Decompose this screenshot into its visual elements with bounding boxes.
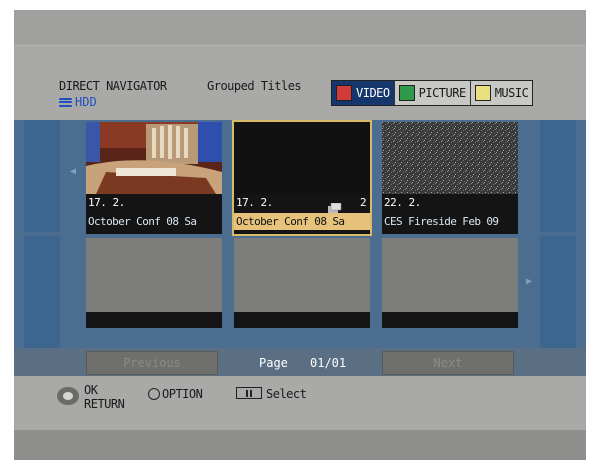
group-count: 2 bbox=[360, 196, 367, 209]
page-title: DIRECT NAVIGATOR bbox=[59, 79, 167, 93]
next-button[interactable]: Next bbox=[382, 351, 514, 375]
ok-label: OK bbox=[84, 383, 98, 397]
top-band bbox=[14, 10, 586, 46]
tab-picture-label: PICTURE bbox=[418, 86, 467, 100]
empty-slot bbox=[382, 238, 518, 328]
remote-dpad-icon bbox=[56, 386, 80, 406]
red-button-icon bbox=[336, 85, 352, 101]
pause-button-icon bbox=[236, 387, 262, 399]
title-name: CES Fireside Feb 09 bbox=[384, 215, 499, 228]
title-preview-image bbox=[382, 122, 518, 194]
title-date: 17. 2. bbox=[88, 196, 125, 209]
scroll-right-icon[interactable]: ▶ bbox=[526, 276, 532, 287]
title-date: 22. 2. bbox=[384, 196, 421, 209]
scroll-left-icon[interactable]: ◀ bbox=[70, 166, 76, 177]
drive-indicator: HDD bbox=[59, 95, 97, 109]
group-icon bbox=[328, 198, 342, 213]
tab-video-label: VIDEO bbox=[356, 86, 390, 100]
option-button-icon bbox=[148, 388, 160, 400]
empty-slot bbox=[234, 238, 370, 328]
title-thumbnail-selected[interactable]: 17. 2. 2 October Conf 08 Sa bbox=[232, 120, 372, 236]
page-number: 01/01 bbox=[310, 356, 347, 370]
page-label: Page bbox=[259, 356, 288, 370]
title-name: October Conf 08 Sa bbox=[88, 215, 197, 228]
previous-button[interactable]: Previous bbox=[86, 351, 218, 375]
right-side-panel bbox=[540, 120, 576, 232]
left-side-panel bbox=[24, 120, 60, 232]
empty-slot bbox=[86, 238, 222, 328]
view-mode-label: Grouped Titles bbox=[207, 79, 302, 93]
green-button-icon bbox=[398, 85, 415, 101]
tab-music[interactable]: MUSIC bbox=[470, 81, 533, 105]
title-preview-image bbox=[234, 122, 370, 194]
tab-video[interactable]: VIDEO bbox=[332, 81, 395, 105]
title-preview-image bbox=[86, 122, 222, 194]
right-side-panel-2 bbox=[540, 236, 576, 348]
tab-music-label: MUSIC bbox=[494, 86, 529, 100]
bottom-band bbox=[14, 430, 586, 460]
title-thumbnail[interactable]: 22. 2. CES Fireside Feb 09 bbox=[382, 122, 518, 234]
yellow-button-icon bbox=[474, 85, 491, 101]
drive-label: HDD bbox=[75, 95, 97, 109]
hdd-icon bbox=[59, 97, 72, 107]
title-thumbnail[interactable]: 17. 2. October Conf 08 Sa bbox=[86, 122, 222, 234]
title-name: October Conf 08 Sa bbox=[234, 213, 370, 230]
left-side-panel-2 bbox=[24, 236, 60, 348]
option-label: OPTION bbox=[162, 387, 203, 401]
title-date: 17. 2. bbox=[236, 196, 273, 209]
select-label: Select bbox=[266, 387, 307, 401]
return-label: RETURN bbox=[84, 397, 125, 411]
media-tabs: VIDEO PICTURE MUSIC bbox=[331, 80, 534, 106]
tab-picture[interactable]: PICTURE bbox=[394, 81, 471, 105]
tv-screen: DIRECT NAVIGATOR Grouped Titles HDD VIDE… bbox=[14, 10, 586, 460]
